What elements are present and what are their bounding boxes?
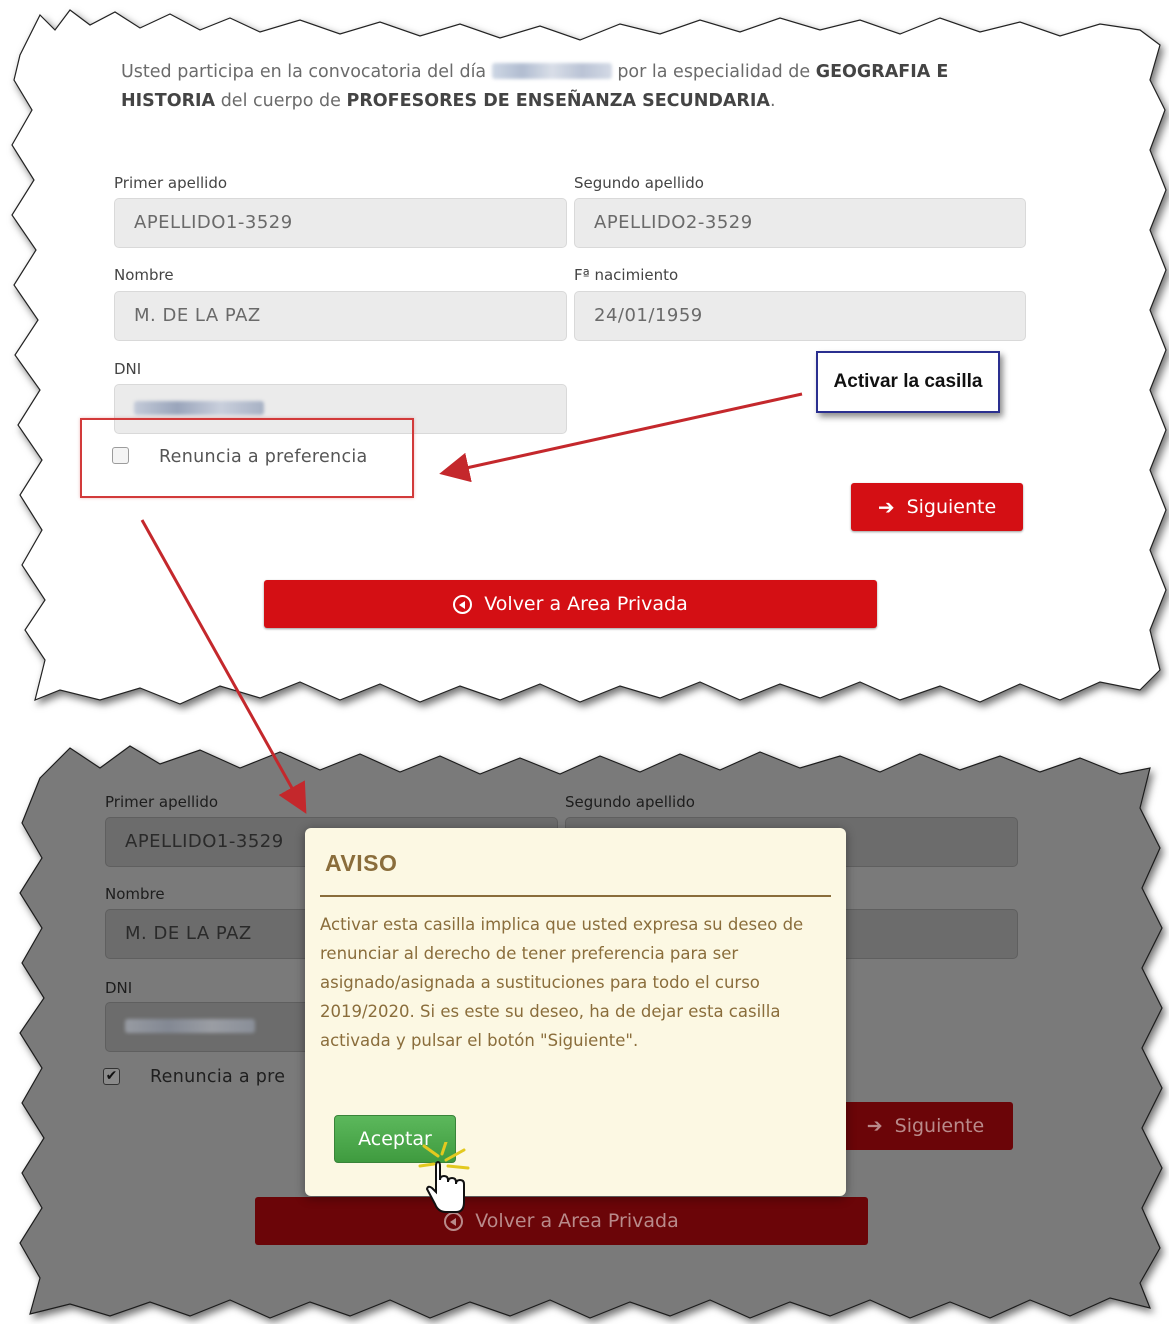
renuncia-checkbox[interactable] <box>112 447 129 464</box>
modal-title: AVISO <box>325 850 398 876</box>
modal-divider <box>320 895 831 897</box>
siguiente-button-dim: ➔ Siguiente <box>838 1102 1013 1150</box>
primer-apellido-label-dim: Primer apellido <box>105 793 219 811</box>
arrow-right-icon: ➔ <box>866 1115 883 1137</box>
blurred-dni <box>134 401 264 415</box>
dni-label-dim: DNI <box>105 979 133 997</box>
top-screenshot-panel: Usted participa en la convocatoria del d… <box>0 0 1169 715</box>
nombre-field[interactable]: M. DE LA PAZ <box>114 291 567 341</box>
circle-arrow-left-icon <box>453 594 473 614</box>
primer-apellido-field[interactable]: APELLIDO1-3529 <box>114 198 567 248</box>
intro-text: Usted participa en la convocatoria del d… <box>121 62 949 111</box>
siguiente-label-dim: Siguiente <box>894 1115 985 1137</box>
arrow-right-icon: ➔ <box>877 495 895 519</box>
callout-box: Activar la casilla <box>816 351 1000 413</box>
primer-apellido-label: Primer apellido <box>114 174 228 192</box>
siguiente-label: Siguiente <box>906 496 997 518</box>
nombre-label-dim: Nombre <box>105 885 165 903</box>
segundo-apellido-label: Segundo apellido <box>574 174 704 192</box>
renuncia-checkbox-checked: ✔ <box>103 1068 120 1085</box>
blurred-date <box>491 63 612 79</box>
segundo-apellido-label-dim: Segundo apellido <box>565 793 695 811</box>
nombre-label: Nombre <box>114 266 174 284</box>
volver-label: Volver a Area Privada <box>484 593 688 615</box>
blurred-dni-dim <box>125 1019 255 1033</box>
hand-pointer-icon <box>418 1142 470 1213</box>
aviso-modal: AVISO Activar esta casilla implica que u… <box>305 828 846 1196</box>
volver-label-dim: Volver a Area Privada <box>475 1210 679 1232</box>
renuncia-label-dim: Renuncia a pre <box>150 1067 286 1087</box>
nacimiento-field[interactable]: 24/01/1959 <box>574 291 1026 341</box>
modal-message: Activar esta casilla implica que usted e… <box>320 915 804 1050</box>
volver-button[interactable]: Volver a Area Privada <box>264 580 877 628</box>
nacimiento-label: Fª nacimiento <box>574 266 679 284</box>
renuncia-label: Renuncia a preferencia <box>159 447 368 467</box>
volver-button-dim: Volver a Area Privada <box>255 1197 868 1245</box>
dni-label: DNI <box>114 360 142 378</box>
segundo-apellido-field[interactable]: APELLIDO2-3529 <box>574 198 1026 248</box>
siguiente-button[interactable]: ➔ Siguiente <box>851 483 1023 531</box>
